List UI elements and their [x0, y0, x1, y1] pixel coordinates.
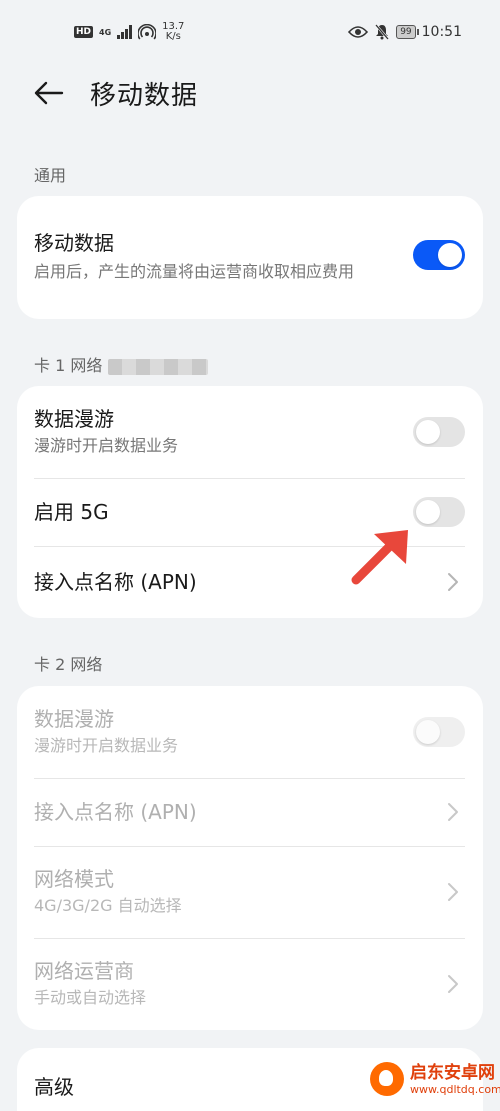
card2-network-mode-row[interactable]: 网络模式 4G/3G/2G 自动选择 — [17, 846, 483, 938]
chevron-right-icon — [448, 975, 458, 993]
network-speed: 13.7 K/s — [162, 22, 184, 42]
card1-apn-row[interactable]: 接入点名称 (APN) — [17, 546, 483, 618]
card2-network-mode-text: 网络模式 4G/3G/2G 自动选择 — [34, 865, 447, 919]
card1-roaming-row[interactable]: 数据漫游 漫游时开启数据业务 — [17, 386, 483, 478]
card1-roaming-toggle[interactable] — [413, 417, 465, 447]
card1-roaming-desc: 漫游时开启数据业务 — [34, 436, 179, 455]
watermark-text: 启东安卓网 www.qdltdq.com — [410, 1063, 500, 1096]
battery-icon: 99 — [396, 25, 420, 39]
section-label-general: 通用 — [34, 166, 67, 185]
hd-badge: HD — [74, 26, 94, 38]
page-title: 移动数据 — [90, 80, 199, 111]
card2-apn-title: 接入点名称 (APN) — [34, 800, 197, 824]
card2-network-mode-desc: 4G/3G/2G 自动选择 — [34, 896, 182, 915]
card2-network-card: 数据漫游 漫游时开启数据业务 接入点名称 (APN) 网络模式 4G/3G/2G… — [17, 686, 483, 1030]
chevron-right-icon — [448, 803, 458, 821]
card2-network-mode-title: 网络模式 — [34, 867, 114, 891]
network-type: 4G — [99, 27, 112, 37]
card2-roaming-toggle[interactable] — [413, 717, 465, 747]
redacted-operator — [108, 358, 209, 375]
card1-5g-text: 启用 5G — [34, 498, 413, 526]
hotspot-icon — [138, 24, 157, 40]
card1-roaming-text: 数据漫游 漫游时开启数据业务 — [34, 405, 413, 459]
card2-roaming-text: 数据漫游 漫游时开启数据业务 — [34, 705, 413, 759]
speed-unit: K/s — [165, 31, 181, 42]
status-bar: HD 4G 13.7 K/s 99 10:51 — [0, 0, 500, 64]
annotation-arrow-icon — [351, 530, 408, 585]
mobile-data-desc: 启用后，产生的流量将由运营商收取相应费用 — [34, 262, 355, 281]
watermark: 启东安卓网 www.qdltdq.com — [370, 1062, 500, 1096]
card2-apn-row[interactable]: 接入点名称 (APN) — [17, 778, 483, 846]
card2-apn-text: 接入点名称 (APN) — [34, 798, 447, 826]
mobile-data-title: 移动数据 — [34, 231, 114, 255]
watermark-url: www.qdltdq.com — [410, 1082, 500, 1096]
watermark-logo-icon — [370, 1062, 404, 1096]
card2-roaming-row[interactable]: 数据漫游 漫游时开启数据业务 — [17, 686, 483, 778]
general-card: 移动数据 启用后，产生的流量将由运营商收取相应费用 — [17, 196, 483, 319]
chevron-right-icon — [448, 883, 458, 901]
card2-roaming-title: 数据漫游 — [34, 707, 114, 731]
card1-5g-row[interactable]: 启用 5G — [17, 478, 483, 546]
card1-5g-title: 启用 5G — [34, 500, 109, 524]
card2-operator-desc: 手动或自动选择 — [34, 988, 147, 1007]
eye-icon — [348, 26, 369, 38]
card1-label: 卡 1 网络 — [34, 356, 103, 375]
chevron-right-icon — [448, 573, 458, 591]
card2-operator-row[interactable]: 网络运营商 手动或自动选择 — [17, 938, 483, 1030]
section-label-card2: 卡 2 网络 — [34, 655, 103, 674]
back-arrow-icon[interactable] — [34, 81, 64, 105]
status-left: HD 4G 13.7 K/s — [74, 22, 184, 42]
mobile-data-row[interactable]: 移动数据 启用后，产生的流量将由运营商收取相应费用 — [17, 196, 483, 319]
card1-roaming-title: 数据漫游 — [34, 407, 114, 431]
section-label-card1: 卡 1 网络 — [34, 352, 209, 376]
card2-roaming-desc: 漫游时开启数据业务 — [34, 736, 179, 755]
status-right: 99 10:51 — [348, 24, 462, 40]
clock: 10:51 — [421, 24, 462, 40]
card2-operator-text: 网络运营商 手动或自动选择 — [34, 957, 447, 1011]
card1-network-card: 数据漫游 漫游时开启数据业务 启用 5G 接入点名称 (APN) — [17, 386, 483, 618]
card2-operator-title: 网络运营商 — [34, 959, 134, 983]
watermark-title: 启东安卓网 — [410, 1062, 495, 1083]
signal-icon — [117, 25, 133, 39]
card1-5g-toggle[interactable] — [413, 497, 465, 527]
mobile-data-text: 移动数据 启用后，产生的流量将由运营商收取相应费用 — [34, 229, 413, 286]
title-bar: 移动数据 — [0, 64, 500, 122]
bell-muted-icon — [375, 24, 390, 40]
mobile-data-toggle[interactable] — [413, 239, 465, 270]
